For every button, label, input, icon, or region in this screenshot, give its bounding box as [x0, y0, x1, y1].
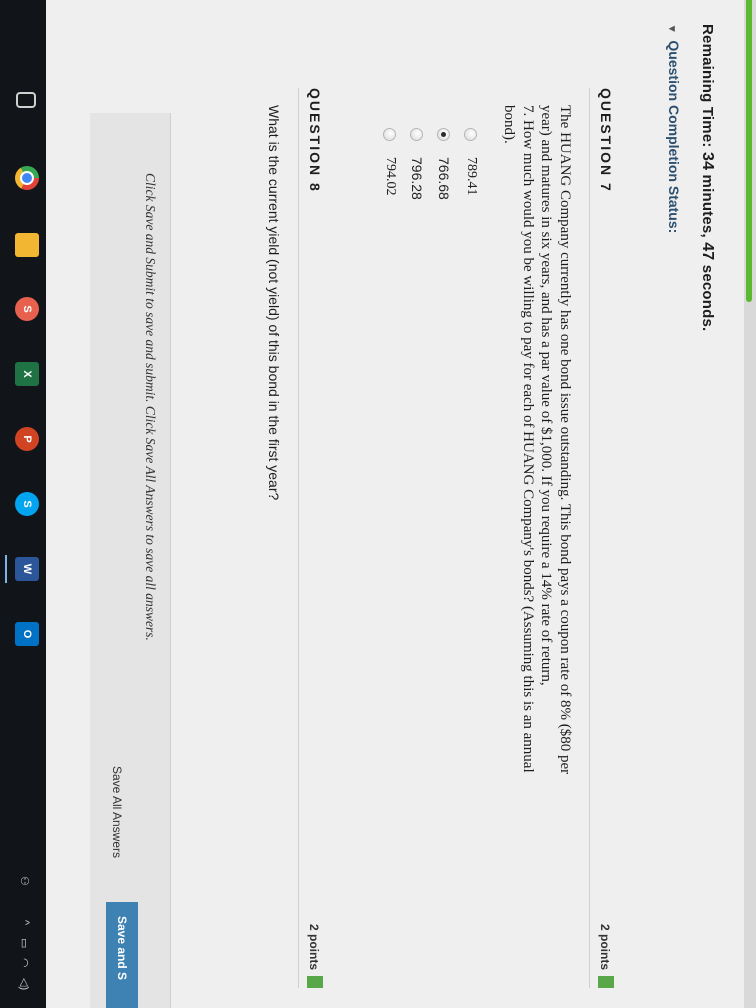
question-8-text: What is the current yield (not yield) of… [266, 105, 282, 501]
option-794-02[interactable]: 794.02 [382, 128, 398, 196]
chrome-icon[interactable] [15, 166, 39, 190]
question-7-marker [598, 976, 614, 988]
outlook-icon[interactable]: O [15, 622, 39, 646]
question-7-line: 7. How much would you be willing to pay … [520, 105, 536, 773]
save-and-submit-button[interactable]: Save and S [106, 902, 138, 1008]
skype-icon[interactable]: S [15, 492, 39, 516]
option-label: 766.68 [436, 157, 452, 200]
seconds-label: seconds. [699, 264, 716, 332]
expand-triangle-icon[interactable]: ▾ [666, 26, 678, 32]
battery-icon[interactable]: ▭ [18, 938, 31, 948]
chevron-up-icon[interactable]: ^ [19, 920, 31, 925]
option-789-41[interactable]: 789.41 [463, 128, 479, 196]
test-page: Remaining Time: 34 minutes, 47 seconds. … [46, 0, 756, 1008]
seconds-value: 47 [699, 242, 716, 261]
remaining-label: Remaining Time: [699, 24, 716, 148]
taskbar: S X P S W O ⚇ ^ ▭ ◠ ◁) [0, 0, 46, 1008]
question-7-line: bond). [501, 105, 518, 144]
volume-icon[interactable]: ◁) [18, 978, 31, 990]
wifi-icon[interactable]: ◠ [18, 958, 31, 968]
footer-bar: Click Save and Submit to save and submit… [90, 113, 171, 1008]
question-8-title: QUESTION 8 [307, 88, 323, 193]
file-explorer-icon[interactable] [15, 233, 39, 257]
question-8-marker [307, 976, 323, 988]
question-7-points: 2 points [598, 923, 612, 970]
footer-instructions: Click Save and Submit to save and submit… [143, 173, 158, 641]
minutes-value: 34 [699, 151, 716, 171]
question-completion-status[interactable]: ▾ Question Completion Status: [666, 26, 682, 233]
question-7-text: The HUANG Company currently has one bond… [500, 105, 574, 774]
minutes-label: minutes, [699, 174, 716, 238]
option-label: 794.02 [383, 157, 398, 196]
word-icon[interactable]: W [15, 557, 39, 581]
progress-bar-fill [746, 0, 752, 303]
powerpoint-icon[interactable]: P [15, 427, 39, 451]
people-icon[interactable]: ⚇ [18, 876, 31, 886]
radio-button[interactable] [383, 128, 397, 141]
radio-button[interactable] [410, 128, 424, 141]
radio-button[interactable] [464, 128, 478, 141]
question-8-points: 2 points [307, 923, 321, 970]
active-app-indicator [5, 555, 7, 583]
option-label: 789.41 [464, 157, 479, 196]
option-796-28[interactable]: 796.28 [409, 128, 425, 200]
option-766-68[interactable]: 766.68 [436, 128, 452, 200]
question-7-title: QUESTION 7 [598, 88, 614, 193]
option-label: 796.28 [409, 157, 425, 200]
radio-button-selected[interactable] [437, 128, 451, 141]
question-7-line: year) and matures in six years, and has … [538, 105, 555, 686]
remaining-time: Remaining Time: 34 minutes, 47 seconds. [698, 24, 716, 331]
completion-label: Question Completion Status: [666, 40, 682, 234]
save-all-answers-button[interactable]: Save All Answers [110, 766, 124, 858]
question-7-line: The HUANG Company currently has one bond… [557, 105, 573, 775]
question-8-header: QUESTION 8 2 points [298, 88, 329, 988]
tablet-mode-icon[interactable] [16, 92, 36, 108]
excel-icon[interactable]: X [15, 362, 39, 386]
screen: Remaining Time: 34 minutes, 47 seconds. … [0, 0, 756, 1008]
progress-strip [744, 0, 756, 1008]
question-7-header: QUESTION 7 2 points [589, 88, 620, 988]
swirl-app-icon[interactable]: S [15, 297, 39, 321]
